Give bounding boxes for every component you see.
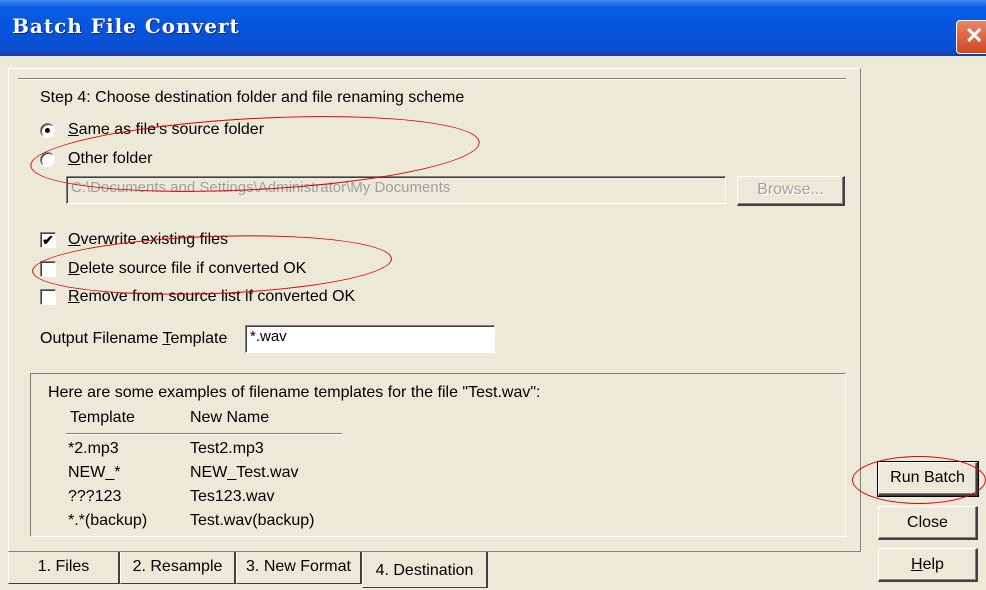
checkbox-overwrite[interactable]: ✔ <box>40 232 56 248</box>
checkbox-remove-from-list[interactable] <box>40 289 56 305</box>
checkbox-overwrite-label[interactable]: Overwrite existing files <box>68 231 228 249</box>
title-bar[interactable]: Batch File Convert <box>0 0 986 56</box>
example-new-name: Test2.mp3 <box>190 440 264 457</box>
example-new-name: Test.wav(backup) <box>190 512 315 529</box>
close-icon: ✕ <box>965 23 984 48</box>
folder-path-field[interactable]: C:\Documents and Settings\Administrator\… <box>66 176 726 204</box>
tab-resample[interactable]: 2. Resample <box>120 552 236 584</box>
example-template: ???123 <box>68 488 122 505</box>
examples-header-new-name: New Name <box>190 409 270 426</box>
checkbox-delete-source[interactable] <box>40 261 56 277</box>
step-heading: Step 4: Choose destination folder and fi… <box>40 89 465 106</box>
checkbox-remove-from-list-label[interactable]: Remove from source list if converted OK <box>68 288 355 306</box>
examples-header-divider <box>66 433 342 435</box>
close-button[interactable]: Close <box>878 506 978 540</box>
tab-destination[interactable]: 4. Destination <box>362 552 488 588</box>
examples-header-template: Template <box>70 409 135 426</box>
example-new-name: NEW_Test.wav <box>190 464 299 481</box>
tab-new-format[interactable]: 3. New Format <box>236 552 362 584</box>
browse-button[interactable]: Browse... <box>737 176 845 206</box>
run-batch-button[interactable]: Run Batch <box>877 461 979 497</box>
example-template: *.*(backup) <box>68 512 148 529</box>
heading-divider <box>18 78 846 80</box>
help-button[interactable]: Help <box>878 548 978 582</box>
radio-other-folder[interactable] <box>40 152 55 167</box>
examples-intro: Here are some examples of filename templ… <box>48 384 541 401</box>
radio-other-folder-label[interactable]: Other folder <box>68 150 153 168</box>
example-new-name: Tes123.wav <box>190 488 275 505</box>
checkbox-delete-source-label[interactable]: Delete source file if converted OK <box>68 260 306 278</box>
example-template: NEW_* <box>68 464 121 481</box>
close-window-button[interactable]: ✕ <box>956 20 986 54</box>
radio-same-folder-label[interactable]: Same as file's source folder <box>68 121 264 139</box>
example-template: *2.mp3 <box>68 440 119 457</box>
output-template-input[interactable]: *.wav <box>245 325 495 353</box>
output-template-label: Output Filename Template <box>40 330 228 347</box>
radio-same-folder[interactable] <box>40 123 55 138</box>
window-title: Batch File Convert <box>12 14 240 38</box>
tab-files[interactable]: 1. Files <box>8 552 120 584</box>
